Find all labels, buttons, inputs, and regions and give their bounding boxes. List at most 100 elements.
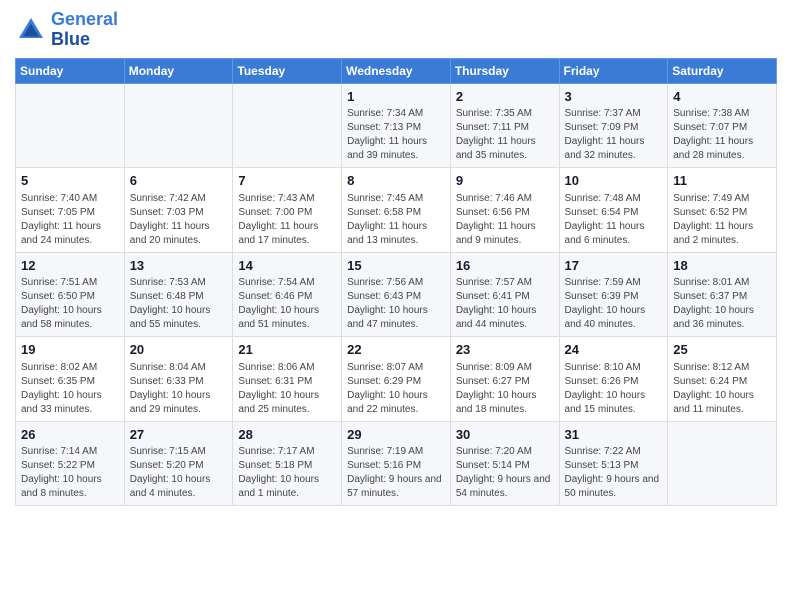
day-number: 28: [238, 426, 336, 444]
weekday-row: SundayMondayTuesdayWednesdayThursdayFrid…: [16, 58, 777, 83]
day-info: Sunrise: 8:09 AM Sunset: 6:27 PM Dayligh…: [456, 361, 554, 417]
calendar-day-cell: 3Sunrise: 7:37 AM Sunset: 7:09 PM Daylig…: [559, 83, 668, 168]
calendar-day-cell: [124, 83, 233, 168]
day-info: Sunrise: 8:01 AM Sunset: 6:37 PM Dayligh…: [673, 276, 771, 332]
day-number: 12: [21, 257, 119, 275]
day-number: 17: [565, 257, 663, 275]
day-info: Sunrise: 7:35 AM Sunset: 7:11 PM Dayligh…: [456, 107, 554, 163]
calendar-day-cell: 26Sunrise: 7:14 AM Sunset: 5:22 PM Dayli…: [16, 421, 125, 506]
day-number: 23: [456, 341, 554, 359]
calendar-header: SundayMondayTuesdayWednesdayThursdayFrid…: [16, 58, 777, 83]
calendar-table: SundayMondayTuesdayWednesdayThursdayFrid…: [15, 58, 777, 507]
logo: General Blue: [15, 10, 118, 50]
day-info: Sunrise: 7:57 AM Sunset: 6:41 PM Dayligh…: [456, 276, 554, 332]
calendar-week-row: 19 Sunrise: 8:02 AM Sunset: 6:35 PM Dayli…: [16, 337, 777, 422]
calendar-day-cell: 9 Sunrise: 7:46 AM Sunset: 6:56 PM Daylig…: [450, 168, 559, 253]
calendar-day-cell: 21 Sunrise: 8:06 AM Sunset: 6:31 PM Dayli…: [233, 337, 342, 422]
day-info: Sunrise: 7:20 AM Sunset: 5:14 PM Dayligh…: [456, 445, 554, 501]
calendar-day-cell: 5Sunrise: 7:40 AM Sunset: 7:05 PM Daylig…: [16, 168, 125, 253]
day-number: 7: [238, 172, 336, 190]
day-info: Sunrise: 8:10 AM Sunset: 6:26 PM Dayligh…: [565, 361, 663, 417]
day-info: Sunrise: 7:42 AM Sunset: 7:03 PM Dayligh…: [130, 192, 228, 248]
day-number: 27: [130, 426, 228, 444]
day-number: 30: [456, 426, 554, 444]
weekday-header: Monday: [124, 58, 233, 83]
calendar-day-cell: 11 Sunrise: 7:49 AM Sunset: 6:52 PM Dayli…: [668, 168, 777, 253]
page-header: General Blue: [15, 10, 777, 50]
day-number: 6: [130, 172, 228, 190]
day-info: Sunrise: 7:22 AM Sunset: 5:13 PM Dayligh…: [565, 445, 663, 501]
day-number: 31: [565, 426, 663, 444]
day-number: 25: [673, 341, 771, 359]
day-number: 16: [456, 257, 554, 275]
day-number: 11: [673, 172, 771, 190]
calendar-day-cell: 28Sunrise: 7:17 AM Sunset: 5:18 PM Dayli…: [233, 421, 342, 506]
calendar-week-row: 5Sunrise: 7:40 AM Sunset: 7:05 PM Daylig…: [16, 168, 777, 253]
calendar-day-cell: 29Sunrise: 7:19 AM Sunset: 5:16 PM Dayli…: [342, 421, 451, 506]
calendar-day-cell: 16Sunrise: 7:57 AM Sunset: 6:41 PM Dayli…: [450, 252, 559, 337]
day-number: 8: [347, 172, 445, 190]
calendar-day-cell: 2Sunrise: 7:35 AM Sunset: 7:11 PM Daylig…: [450, 83, 559, 168]
calendar-day-cell: 23 Sunrise: 8:09 AM Sunset: 6:27 PM Dayli…: [450, 337, 559, 422]
day-info: Sunrise: 7:34 AM Sunset: 7:13 PM Dayligh…: [347, 107, 445, 163]
day-info: Sunrise: 7:56 AM Sunset: 6:43 PM Dayligh…: [347, 276, 445, 332]
logo-icon: [15, 14, 47, 46]
calendar-day-cell: 7 Sunrise: 7:43 AM Sunset: 7:00 PM Daylig…: [233, 168, 342, 253]
day-number: 24: [565, 341, 663, 359]
day-info: Sunrise: 7:40 AM Sunset: 7:05 PM Dayligh…: [21, 192, 119, 248]
day-info: Sunrise: 7:48 AM Sunset: 6:54 PM Dayligh…: [565, 192, 663, 248]
calendar-day-cell: 18Sunrise: 8:01 AM Sunset: 6:37 PM Dayli…: [668, 252, 777, 337]
calendar-day-cell: 31Sunrise: 7:22 AM Sunset: 5:13 PM Dayli…: [559, 421, 668, 506]
page-container: General Blue SundayMondayTuesdayWednesda…: [0, 0, 792, 516]
day-number: 29: [347, 426, 445, 444]
day-number: 21: [238, 341, 336, 359]
weekday-header: Wednesday: [342, 58, 451, 83]
day-info: Sunrise: 8:12 AM Sunset: 6:24 PM Dayligh…: [673, 361, 771, 417]
logo-text: General Blue: [51, 10, 118, 50]
weekday-header: Tuesday: [233, 58, 342, 83]
day-number: 2: [456, 88, 554, 106]
day-info: Sunrise: 7:54 AM Sunset: 6:46 PM Dayligh…: [238, 276, 336, 332]
calendar-day-cell: [668, 421, 777, 506]
calendar-day-cell: 17Sunrise: 7:59 AM Sunset: 6:39 PM Dayli…: [559, 252, 668, 337]
calendar-day-cell: 1Sunrise: 7:34 AM Sunset: 7:13 PM Daylig…: [342, 83, 451, 168]
calendar-week-row: 12Sunrise: 7:51 AM Sunset: 6:50 PM Dayli…: [16, 252, 777, 337]
day-info: Sunrise: 7:46 AM Sunset: 6:56 PM Dayligh…: [456, 192, 554, 248]
weekday-header: Friday: [559, 58, 668, 83]
calendar-day-cell: 15Sunrise: 7:56 AM Sunset: 6:43 PM Dayli…: [342, 252, 451, 337]
day-number: 19: [21, 341, 119, 359]
calendar-day-cell: 24 Sunrise: 8:10 AM Sunset: 6:26 PM Dayli…: [559, 337, 668, 422]
calendar-body: 1Sunrise: 7:34 AM Sunset: 7:13 PM Daylig…: [16, 83, 777, 506]
day-number: 9: [456, 172, 554, 190]
weekday-header: Saturday: [668, 58, 777, 83]
calendar-day-cell: 25 Sunrise: 8:12 AM Sunset: 6:24 PM Dayli…: [668, 337, 777, 422]
calendar-day-cell: 12Sunrise: 7:51 AM Sunset: 6:50 PM Dayli…: [16, 252, 125, 337]
day-number: 20: [130, 341, 228, 359]
day-info: Sunrise: 7:49 AM Sunset: 6:52 PM Dayligh…: [673, 192, 771, 248]
day-info: Sunrise: 7:53 AM Sunset: 6:48 PM Dayligh…: [130, 276, 228, 332]
day-info: Sunrise: 7:19 AM Sunset: 5:16 PM Dayligh…: [347, 445, 445, 501]
calendar-week-row: 1Sunrise: 7:34 AM Sunset: 7:13 PM Daylig…: [16, 83, 777, 168]
calendar-day-cell: 10 Sunrise: 7:48 AM Sunset: 6:54 PM Dayli…: [559, 168, 668, 253]
day-number: 10: [565, 172, 663, 190]
day-info: Sunrise: 8:06 AM Sunset: 6:31 PM Dayligh…: [238, 361, 336, 417]
calendar-day-cell: [16, 83, 125, 168]
day-number: 26: [21, 426, 119, 444]
day-info: Sunrise: 7:51 AM Sunset: 6:50 PM Dayligh…: [21, 276, 119, 332]
day-info: Sunrise: 7:37 AM Sunset: 7:09 PM Dayligh…: [565, 107, 663, 163]
day-info: Sunrise: 8:04 AM Sunset: 6:33 PM Dayligh…: [130, 361, 228, 417]
day-info: Sunrise: 7:43 AM Sunset: 7:00 PM Dayligh…: [238, 192, 336, 248]
day-number: 13: [130, 257, 228, 275]
day-info: Sunrise: 8:02 AM Sunset: 6:35 PM Dayligh…: [21, 361, 119, 417]
day-info: Sunrise: 7:17 AM Sunset: 5:18 PM Dayligh…: [238, 445, 336, 501]
day-number: 14: [238, 257, 336, 275]
day-number: 22: [347, 341, 445, 359]
calendar-day-cell: 14Sunrise: 7:54 AM Sunset: 6:46 PM Dayli…: [233, 252, 342, 337]
calendar-day-cell: 19 Sunrise: 8:02 AM Sunset: 6:35 PM Dayli…: [16, 337, 125, 422]
calendar-day-cell: 20 Sunrise: 8:04 AM Sunset: 6:33 PM Dayli…: [124, 337, 233, 422]
day-number: 18: [673, 257, 771, 275]
calendar-day-cell: [233, 83, 342, 168]
day-info: Sunrise: 7:15 AM Sunset: 5:20 PM Dayligh…: [130, 445, 228, 501]
day-info: Sunrise: 7:14 AM Sunset: 5:22 PM Dayligh…: [21, 445, 119, 501]
calendar-week-row: 26Sunrise: 7:14 AM Sunset: 5:22 PM Dayli…: [16, 421, 777, 506]
